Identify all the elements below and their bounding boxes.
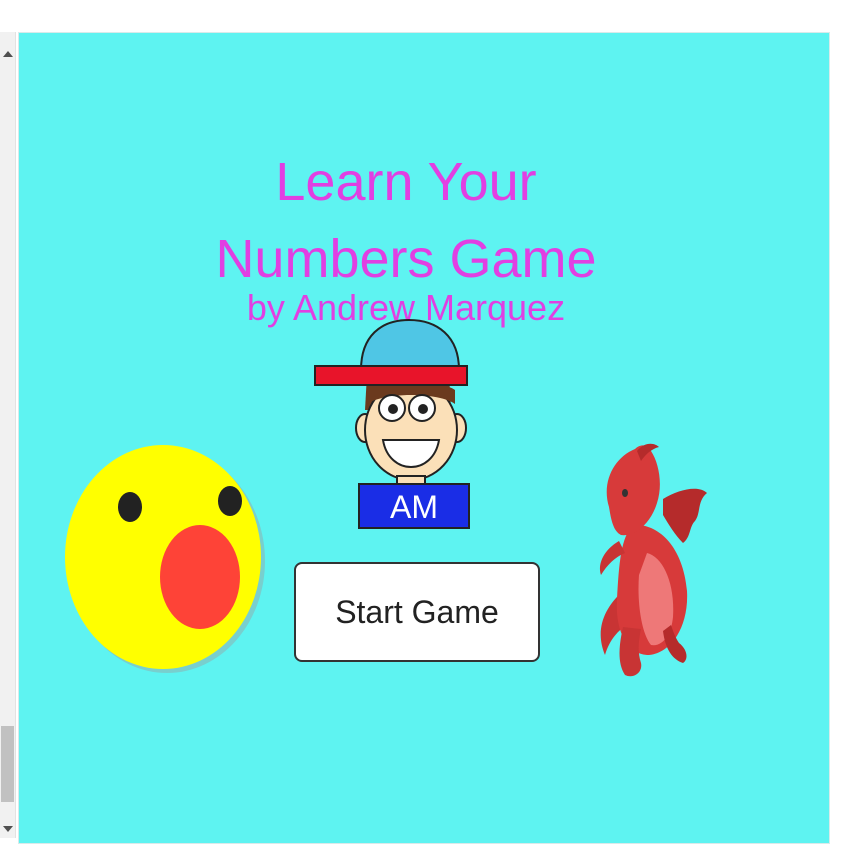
- bottom-bar: [0, 844, 852, 856]
- red-dragon-icon: [599, 443, 707, 677]
- scroll-thumb[interactable]: [1, 726, 14, 802]
- surprised-face-icon: [65, 445, 265, 673]
- game-title-line-1: Learn Your: [275, 152, 537, 212]
- start-game-button[interactable]: Start Game: [294, 562, 540, 662]
- page: Learn Your Numbers Game by Andrew Marque…: [0, 0, 852, 856]
- boy-with-cap-icon: AM: [314, 318, 470, 529]
- boy-badge-text: AM: [390, 489, 438, 525]
- scroll-down-icon[interactable]: [3, 826, 13, 832]
- scroll-up-icon[interactable]: [3, 51, 13, 57]
- game-title-line-2: Numbers Game: [215, 229, 597, 289]
- vertical-scrollbar[interactable]: [0, 32, 16, 838]
- game-stage: Learn Your Numbers Game by Andrew Marque…: [18, 32, 830, 844]
